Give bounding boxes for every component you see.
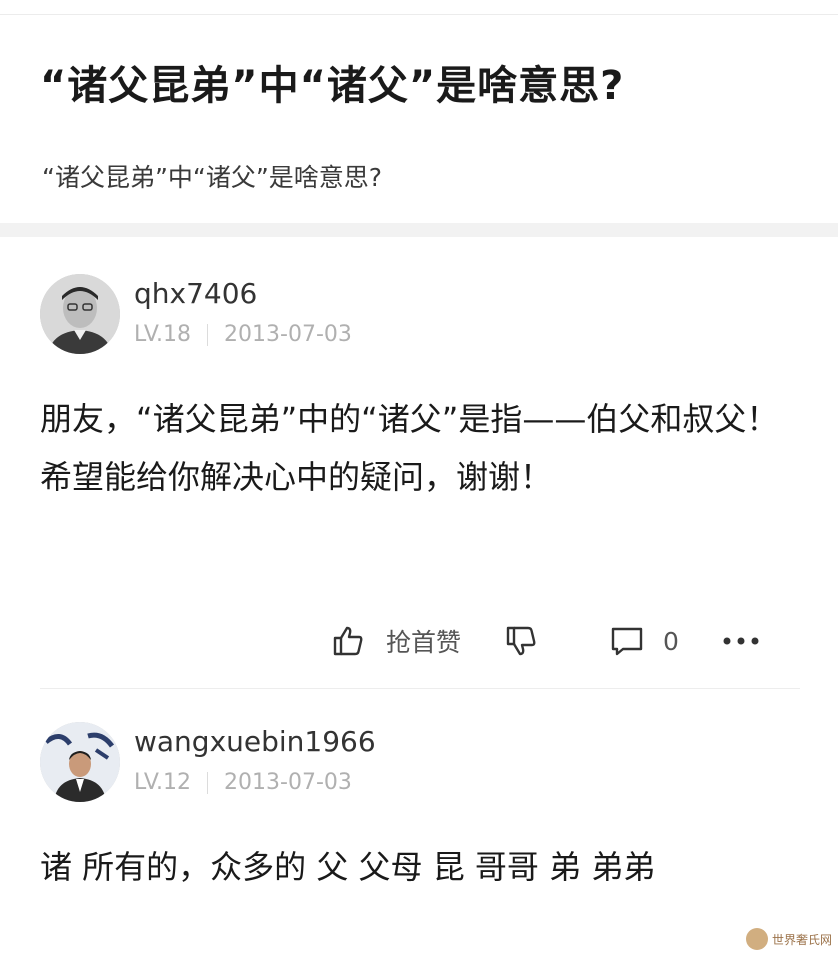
more-dots-icon — [723, 637, 759, 645]
avatar[interactable] — [40, 722, 120, 802]
top-border — [0, 14, 838, 15]
seal-icon — [745, 928, 768, 950]
answer-date: 2013-07-03 — [224, 770, 352, 795]
like-label: 抢首赞 — [386, 628, 462, 657]
thumbs-down-icon — [506, 626, 536, 656]
more-button[interactable] — [721, 635, 761, 647]
answer-meta: LV.18 2013-07-03 — [134, 320, 352, 350]
thumbs-up-icon — [333, 626, 363, 656]
answer-divider — [40, 688, 800, 689]
user-avatar-portrait-icon — [40, 274, 120, 354]
answer-text: 朋友，“诸父昆弟”中的“诸父”是指——伯父和叔父！ 希望能给你解决心中的疑问，谢… — [40, 400, 779, 496]
question-title: “诸父昆弟”中“诸父”是啥意思? — [40, 63, 625, 109]
answer-meta: LV.12 2013-07-03 — [134, 768, 352, 798]
comment-button[interactable]: 0 — [609, 623, 679, 659]
like-button[interactable]: 抢首赞 — [330, 623, 461, 659]
user-level: LV.12 — [134, 770, 192, 795]
username[interactable]: wangxuebin1966 — [134, 724, 376, 760]
meta-divider — [207, 772, 209, 794]
section-separator — [0, 223, 838, 237]
dislike-button[interactable] — [503, 623, 539, 659]
username[interactable]: qhx7406 — [134, 276, 257, 312]
comment-icon — [611, 627, 643, 656]
site-watermark: 世界奢氏网 — [745, 928, 832, 950]
user-level: LV.18 — [134, 322, 192, 347]
answer-actions: 抢首赞 0 — [330, 616, 761, 666]
watermark-text: 世界奢氏网 — [771, 932, 832, 947]
meta-divider — [207, 324, 209, 346]
answer-text: 诸 所有的，众多的 父 父母 昆 哥哥 弟 弟弟 — [40, 848, 656, 886]
avatar[interactable] — [40, 274, 120, 354]
comment-count: 0 — [663, 626, 679, 656]
user-avatar-photo-icon — [40, 722, 120, 802]
answer-date: 2013-07-03 — [224, 322, 352, 347]
question-description: “诸父昆弟”中“诸父”是啥意思? — [42, 163, 383, 192]
